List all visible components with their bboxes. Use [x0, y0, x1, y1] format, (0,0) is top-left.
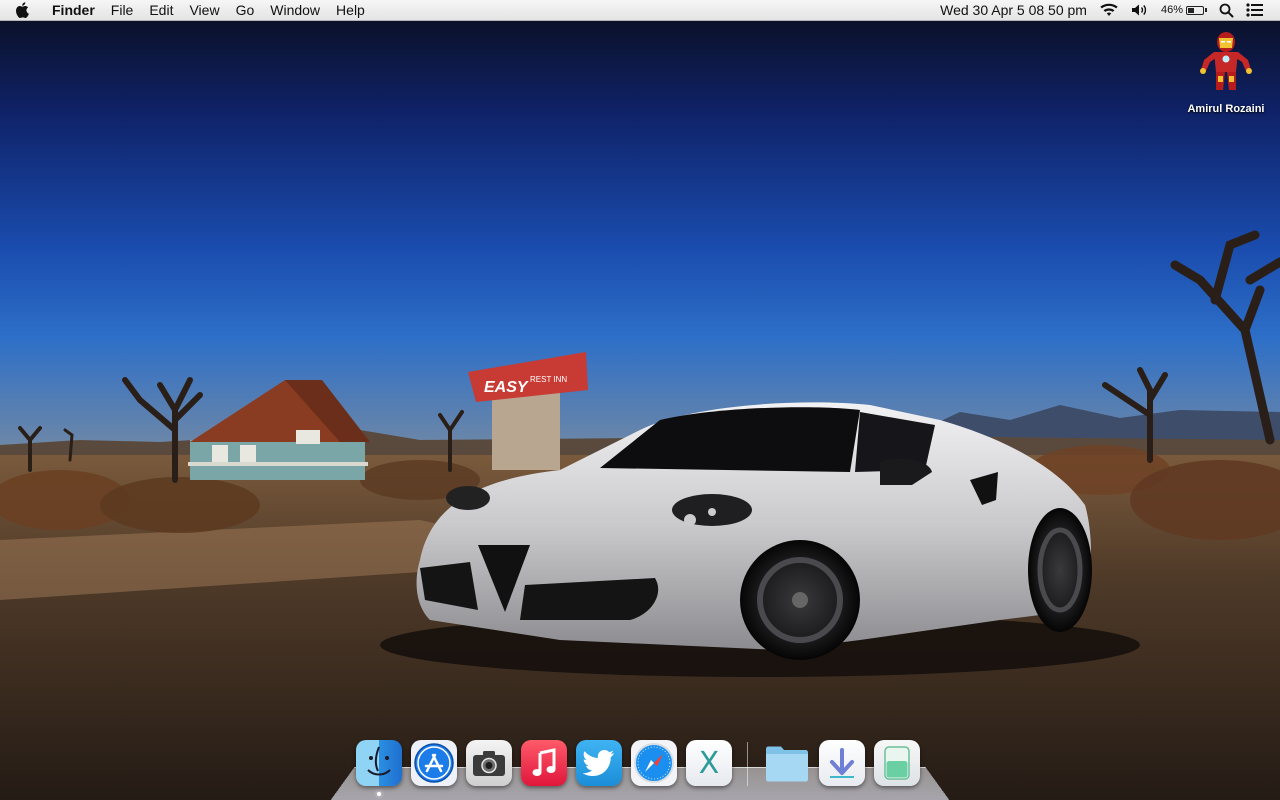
finder-icon [367, 746, 391, 776]
trash-icon [884, 746, 910, 780]
iron-man-icon [1200, 32, 1252, 90]
x-letter-icon: X [698, 745, 720, 781]
battery-tip [1205, 8, 1207, 12]
battery-icon[interactable]: 46% [1155, 0, 1213, 20]
clock[interactable]: Wed 30 Apr 5 08 50 pm [934, 0, 1093, 20]
menu-window[interactable]: Window [262, 0, 328, 21]
folder-icon [766, 746, 808, 782]
safari-compass-icon [634, 743, 674, 783]
dock-screenshot[interactable] [466, 740, 512, 786]
search-icon[interactable] [1213, 0, 1240, 20]
dock-app-store[interactable] [411, 740, 457, 786]
menu-view[interactable]: View [181, 0, 227, 21]
music-note-icon [532, 748, 556, 776]
dock-applications-folder[interactable] [764, 740, 810, 786]
menu-help[interactable]: Help [328, 0, 373, 21]
menu-go[interactable]: Go [228, 0, 263, 21]
svg-text:REST INN: REST INN [530, 375, 567, 384]
volume-icon[interactable] [1125, 0, 1155, 20]
desktop-shortcut-amirul-rozaini[interactable]: Amirul Rozaini [1180, 30, 1272, 115]
app-store-icon [414, 743, 454, 783]
notification-center-icon[interactable] [1240, 0, 1270, 20]
menu-app-name[interactable]: Finder [44, 0, 103, 21]
desktop-shortcut-label: Amirul Rozaini [1187, 103, 1265, 115]
dock-twitter[interactable] [576, 740, 622, 786]
camera-icon [473, 751, 505, 776]
dock-safari[interactable] [631, 740, 677, 786]
menu-file[interactable]: File [103, 0, 142, 21]
running-indicator [377, 792, 381, 796]
dock-downloads[interactable] [819, 740, 865, 786]
dock-itunes[interactable] [521, 740, 567, 786]
dock: X [356, 736, 936, 796]
dock-separator [747, 742, 748, 786]
apple-logo-icon[interactable] [0, 0, 44, 20]
wifi-icon[interactable] [1093, 0, 1125, 20]
dock-trash[interactable] [874, 740, 920, 786]
wallpaper: EASY REST INN [0, 0, 1280, 800]
twitter-bird-icon [583, 750, 614, 776]
dock-finder[interactable] [356, 740, 402, 796]
svg-text:EASY: EASY [484, 379, 529, 396]
desktop[interactable]: EASY REST INN Finder File Edit View Go W… [0, 0, 1280, 800]
dock-os-x-installer[interactable]: X [686, 740, 732, 786]
download-arrow-icon [830, 748, 854, 778]
menu-edit[interactable]: Edit [141, 0, 181, 21]
menu-bar: Finder File Edit View Go Window Help Wed… [0, 0, 1280, 21]
battery-fill [1188, 7, 1194, 13]
battery-percent: 46% [1160, 4, 1183, 16]
battery-body [1186, 5, 1204, 15]
